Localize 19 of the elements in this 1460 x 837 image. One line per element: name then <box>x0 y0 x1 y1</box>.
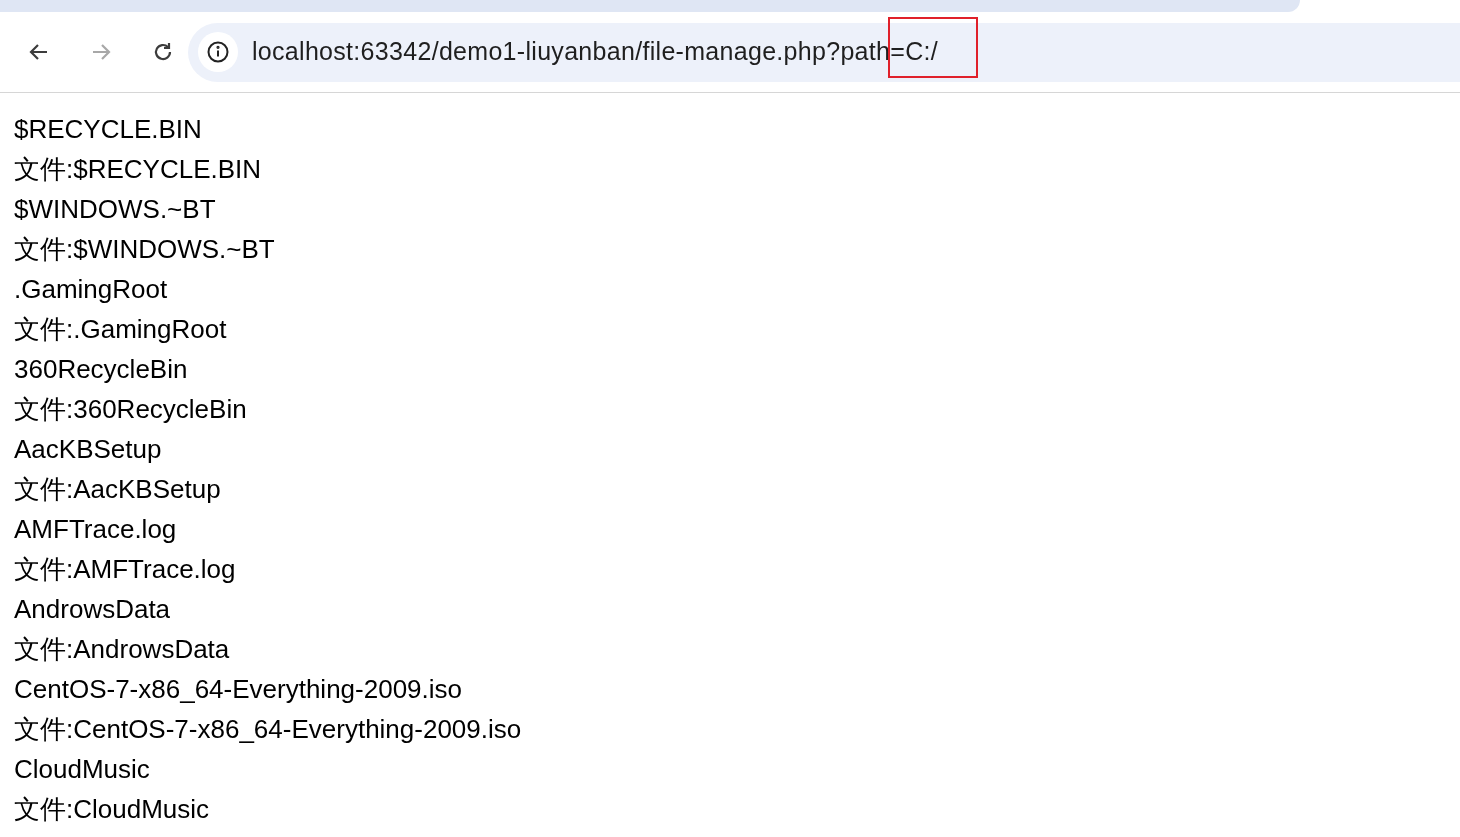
file-name-text: 360RecycleBin <box>14 353 188 386</box>
file-name-text: 文件:AndrowsData <box>14 633 230 666</box>
file-name-text: AMFTrace.log <box>14 513 177 546</box>
file-name-text: 文件:$RECYCLE.BIN <box>14 153 262 186</box>
file-name-text: 文件:$WINDOWS.~BT <box>14 233 275 266</box>
file-name-text: 文件:CentOS-7-x86_64-Everything-2009.iso <box>14 713 522 746</box>
file-name-text: $RECYCLE.BIN <box>14 113 202 146</box>
file-name-text: AndrowsData <box>14 593 171 626</box>
file-name-text: 文件:AMFTrace.log <box>14 553 236 586</box>
file-name-text: CentOS-7-x86_64-Everything-2009.iso <box>14 673 463 706</box>
file-name-text: CloudMusic <box>14 753 150 786</box>
file-name-text: 文件:360RecycleBin <box>14 393 247 426</box>
file-name-text: 文件:.GamingRoot <box>14 313 227 346</box>
file-name-text: $WINDOWS.~BT <box>14 193 216 226</box>
file-name-text: 文件:CloudMusic <box>14 793 210 826</box>
file-name-text: AacKBSetup <box>14 433 162 466</box>
info-icon[interactable] <box>198 32 238 72</box>
file-name-text: 文件:AacKBSetup <box>14 473 221 506</box>
file-name-text: .GamingRoot <box>14 273 168 306</box>
